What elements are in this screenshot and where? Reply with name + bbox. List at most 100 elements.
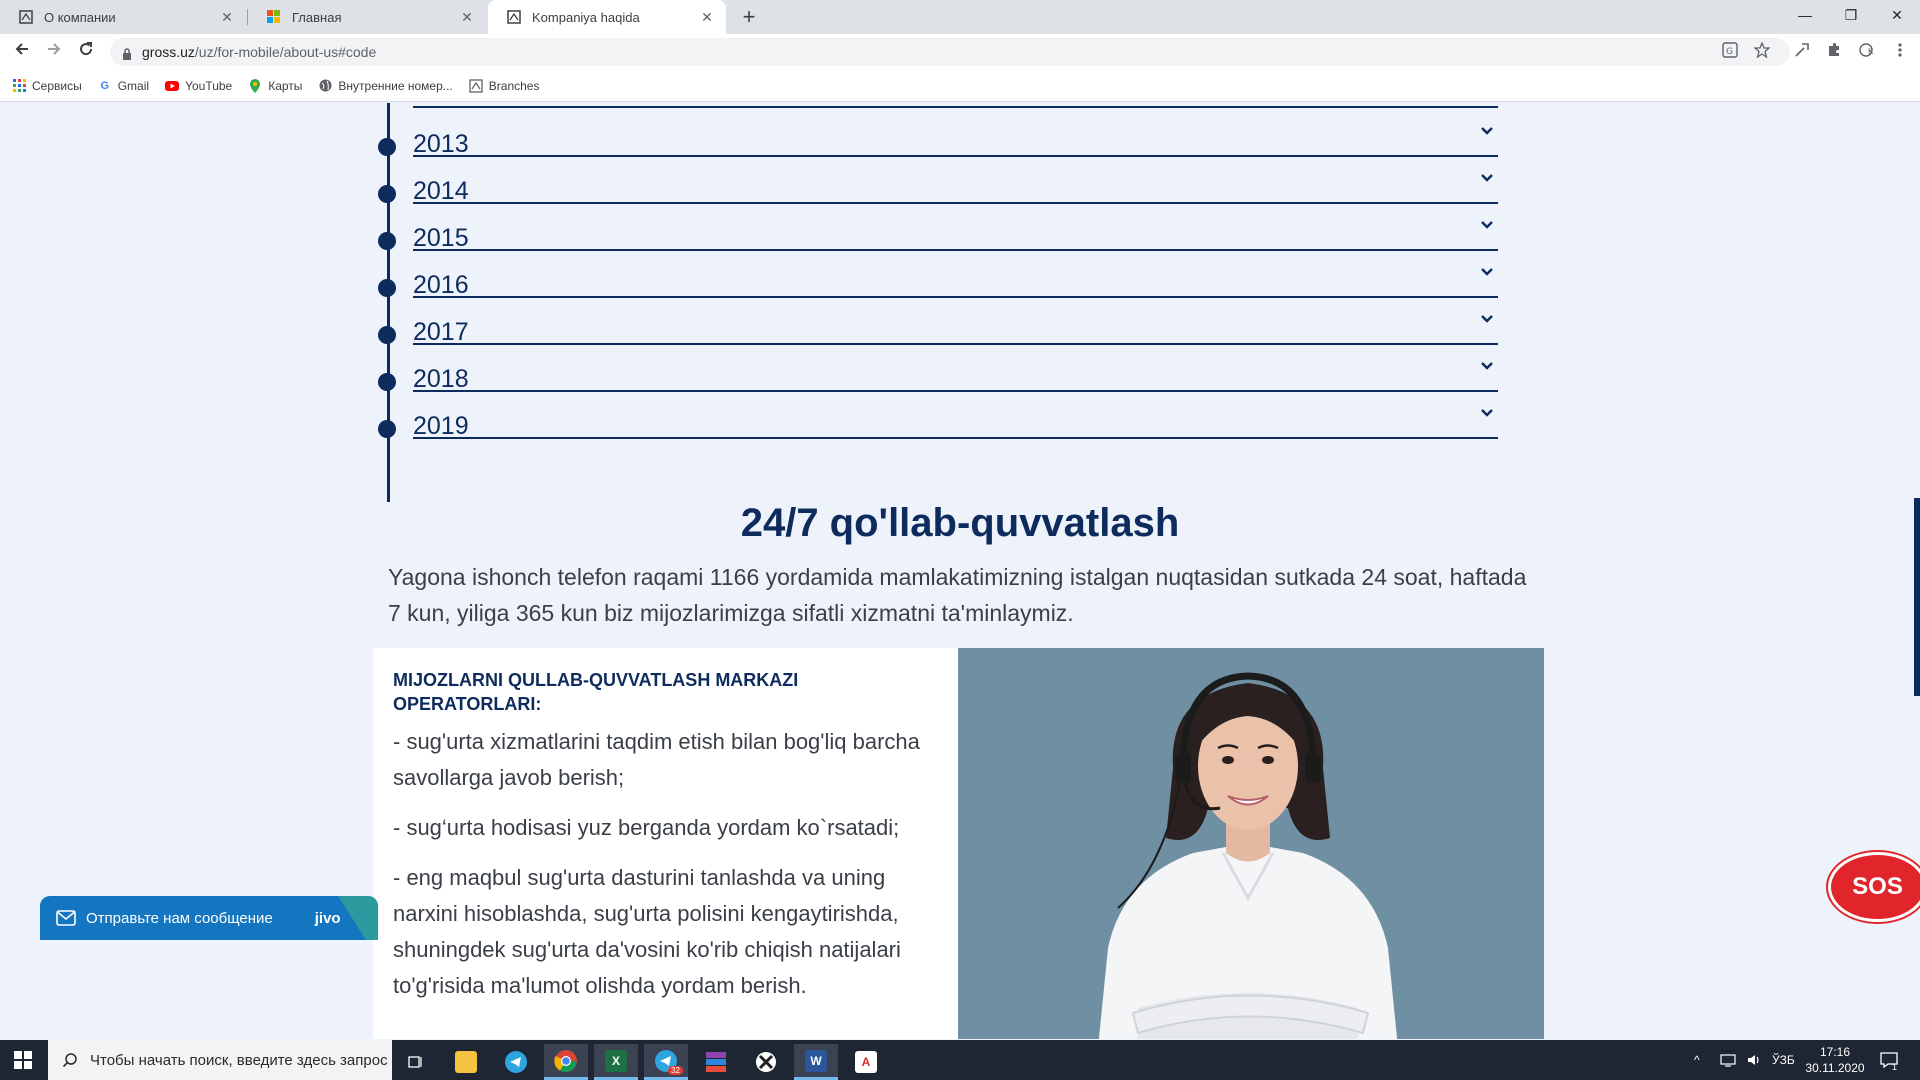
language-indicator[interactable]: ЎЗБ (1772, 1040, 1795, 1080)
year-label: 2013 (413, 130, 469, 158)
page-scrollbar[interactable] (1914, 498, 1920, 696)
taskbar-archiver[interactable] (694, 1044, 738, 1080)
envelope-icon (56, 910, 76, 926)
google-icon: G (100, 79, 109, 92)
jivo-flap (338, 896, 378, 940)
bookmark-star-icon[interactable] (1752, 41, 1772, 62)
operator-illustration (958, 648, 1544, 1039)
year-label: 2015 (413, 224, 469, 252)
taskbar-file-explorer[interactable] (444, 1044, 488, 1080)
timeline-dot (378, 138, 396, 156)
bookmark-servisy[interactable]: Сервисы (12, 79, 82, 93)
close-window-button[interactable]: ✕ (1874, 0, 1920, 30)
tab-close-icon[interactable]: ✕ (218, 9, 236, 26)
taskbar-word[interactable]: W (794, 1044, 838, 1080)
taskbar-pdf[interactable]: A (844, 1044, 888, 1080)
notification-center-icon[interactable]: 1 (1880, 1040, 1898, 1080)
new-tab-button[interactable]: + (736, 4, 762, 30)
timeline-year-2015[interactable]: 2015 (378, 204, 1498, 252)
reload-icon[interactable] (74, 40, 98, 64)
page-favicon-icon (18, 9, 34, 25)
operator-photo (958, 648, 1544, 1039)
back-arrow-icon[interactable] (10, 40, 34, 64)
tab-o-kompanii[interactable]: О компании ✕ (0, 0, 246, 34)
timeline-year-2013[interactable]: 2013 (378, 110, 1498, 158)
support-section-title: 24/7 qo'llab-quvvatlash (740, 501, 1180, 545)
timeline-year-2019[interactable]: 2019 (378, 392, 1498, 440)
chevron-down-icon (1481, 268, 1493, 276)
chevron-down-icon (1481, 174, 1493, 182)
taskbar-telegram[interactable] (494, 1044, 538, 1080)
taskbar-excel[interactable]: X (594, 1044, 638, 1080)
tab-close-icon[interactable]: ✕ (458, 9, 476, 26)
tab-glavnaya[interactable]: Главная ✕ (248, 0, 486, 34)
taskbar-search-box[interactable]: Чтобы начать поиск, введите здесь запрос (48, 1040, 392, 1080)
tab-title: О компании (44, 9, 116, 25)
tab-strip: О компании ✕ Главная ✕ Kompaniya haqida … (0, 0, 1920, 34)
timeline-divider (413, 106, 1498, 108)
restore-button[interactable]: ❐ (1828, 0, 1874, 30)
network-icon[interactable] (1720, 1040, 1736, 1080)
year-label: 2017 (413, 318, 469, 346)
telegram-icon (505, 1051, 527, 1073)
forward-arrow-icon[interactable] (42, 40, 66, 64)
tab-kompaniya-haqida[interactable]: Kompaniya haqida ✕ (488, 0, 726, 34)
start-button[interactable] (0, 1040, 46, 1080)
timeline-year-2018[interactable]: 2018 (378, 345, 1498, 393)
timeline-dot (378, 326, 396, 344)
profile-icon[interactable]: K (1856, 42, 1882, 62)
sos-button[interactable]: SOS (1828, 852, 1920, 922)
year-label: 2016 (413, 271, 469, 299)
pdf-icon: A (855, 1051, 877, 1073)
timeline-year-2017[interactable]: 2017 (378, 298, 1498, 346)
page-favicon-icon (506, 9, 522, 25)
extensions-puzzle-icon[interactable] (1824, 42, 1844, 62)
timeline-year-2014[interactable]: 2014 (378, 157, 1498, 205)
bookmarks-bar: Сервисы G Gmail YouTube Карты Внутренние… (0, 70, 1920, 102)
apps-grid-icon (12, 79, 26, 93)
bookmark-vnutrennie[interactable]: Внутренние номер... (318, 79, 453, 93)
winrar-icon (706, 1052, 726, 1072)
tray-expand-icon[interactable]: ^ (1694, 1040, 1700, 1080)
bookmark-branches[interactable]: Branches (469, 79, 539, 93)
extension-tool-icon[interactable] (1792, 42, 1812, 62)
jivo-chat-widget[interactable]: Отправьте нам сообщение jivo (40, 896, 378, 940)
translate-icon[interactable]: G (1720, 42, 1740, 62)
notification-count: 1 (1892, 1062, 1898, 1072)
taskbar-telegram-2[interactable]: 32 (644, 1044, 688, 1080)
taskbar-app-x[interactable] (744, 1044, 788, 1080)
task-view-icon (408, 1056, 422, 1068)
bookmark-gmail[interactable]: G Gmail (98, 79, 149, 93)
browser-toolbar: gross.uz/uz/for-mobile/about-us#code G K (0, 34, 1920, 70)
taskbar-chrome[interactable] (544, 1044, 588, 1080)
windows-taskbar: Чтобы начать поиск, введите здесь запрос… (0, 1040, 1920, 1080)
telegram-badge: 32 (668, 1066, 683, 1075)
task-view-button[interactable] (394, 1044, 438, 1080)
bookmark-karty[interactable]: Карты (248, 78, 302, 93)
address-bar[interactable]: gross.uz/uz/for-mobile/about-us#code (110, 38, 1790, 66)
chevron-down-icon (1481, 315, 1493, 323)
maps-pin-icon (248, 78, 262, 93)
chevron-down-icon (1481, 221, 1493, 229)
support-item: - sug‘urta hodisasi yuz berganda yordam … (393, 815, 900, 840)
youtube-icon (165, 79, 180, 93)
support-item: - sug'urta xizmatlarini taqdim etish bil… (393, 729, 920, 790)
timeline-dot (378, 279, 396, 297)
globe-icon (318, 79, 332, 93)
chrome-menu-icon[interactable] (1890, 42, 1910, 62)
volume-icon[interactable] (1746, 1040, 1762, 1080)
search-icon (62, 1052, 78, 1068)
timeline-dot (378, 420, 396, 438)
timeline-year-2016[interactable]: 2016 (378, 251, 1498, 299)
year-label: 2018 (413, 365, 469, 393)
lock-icon (122, 47, 132, 60)
tab-close-icon[interactable]: ✕ (698, 9, 716, 26)
timeline-dot (378, 232, 396, 250)
windows-favicon-icon (266, 9, 282, 25)
support-description: Yagona ishonch telefon raqami 1166 yorda… (388, 564, 1527, 626)
support-item: - eng maqbul sug'urta dasturini tanlashd… (393, 865, 901, 998)
minimize-button[interactable]: — (1782, 0, 1828, 30)
system-clock[interactable]: 17:16 30.11.2020 (1800, 1044, 1870, 1076)
bookmark-youtube[interactable]: YouTube (165, 79, 232, 93)
excel-icon: X (605, 1049, 627, 1072)
